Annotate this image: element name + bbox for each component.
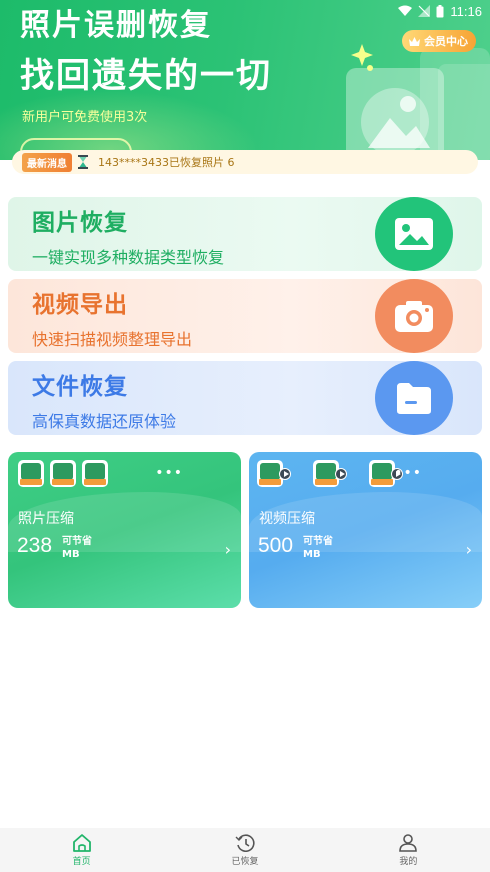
nav-recovered-label: 已恢复 <box>231 857 259 867</box>
signal-icon <box>418 5 431 17</box>
photo-thumbnails <box>18 460 108 487</box>
nav-home[interactable]: 首页 <box>0 828 163 872</box>
home-icon <box>72 834 91 852</box>
chevron-right-icon: › <box>224 540 231 559</box>
member-center-button[interactable]: 会员中心 <box>402 30 476 52</box>
clock: 11:16 <box>450 3 482 19</box>
video-export-title: 视频导出 <box>32 292 128 318</box>
photo-illustration <box>346 44 490 160</box>
profile-icon <box>399 834 418 852</box>
save-label: 可节省 <box>62 536 92 547</box>
wifi-icon <box>398 5 413 16</box>
save-unit: MB <box>303 549 321 560</box>
folder-icon <box>375 361 453 435</box>
video-export-card[interactable]: 视频导出 快速扫描视频整理导出 <box>8 279 482 353</box>
video-export-subtitle: 快速扫描视频整理导出 <box>32 330 193 349</box>
video-compress-amount: 500 <box>258 534 294 557</box>
nav-recovered[interactable]: 已恢复 <box>163 828 326 872</box>
hourglass-icon <box>78 155 88 169</box>
battery-icon <box>436 4 444 17</box>
photo-recovery-title: 图片恢复 <box>32 210 128 236</box>
news-ticker: 最新消息 143****3433已恢复照片 6 <box>12 150 478 174</box>
hero-subtitle: 新用户可免费使用3次 <box>22 110 148 125</box>
video-compress-card[interactable]: ••• 视频压缩 500 可节省 MB › <box>249 452 482 608</box>
hero-headline: 找回遗失的一切 <box>20 56 272 96</box>
video-thumbnails <box>257 460 403 487</box>
camera-icon <box>375 279 453 353</box>
crown-icon <box>409 36 420 46</box>
photo-compress-card[interactable]: ••• 照片压缩 238 可节省 MB › <box>8 452 241 608</box>
photo-compress-amount: 238 <box>17 534 53 557</box>
photo-recovery-card[interactable]: 图片恢复 一键实现多种数据类型恢复 <box>8 197 482 271</box>
photo-recovery-subtitle: 一键实现多种数据类型恢复 <box>32 248 225 267</box>
file-recovery-card[interactable]: 文件恢复 高保真数据还原体验 <box>8 361 482 435</box>
more-dots-icon[interactable]: ••• <box>155 465 183 481</box>
nav-home-label: 首页 <box>72 857 91 867</box>
nav-profile[interactable]: 我的 <box>327 828 490 872</box>
history-icon <box>235 834 255 852</box>
save-unit: MB <box>62 549 80 560</box>
video-thumbnail-icon <box>369 460 403 487</box>
photo-compress-title: 照片压缩 <box>18 511 74 527</box>
video-compress-title: 视频压缩 <box>259 511 315 527</box>
file-recovery-subtitle: 高保真数据还原体验 <box>32 412 177 431</box>
video-thumbnail-icon <box>257 460 291 487</box>
more-dots-icon[interactable]: ••• <box>394 465 422 481</box>
video-thumbnail-icon <box>313 460 347 487</box>
photo-thumbnail-icon <box>18 460 44 487</box>
nav-profile-label: 我的 <box>399 857 418 867</box>
status-bar: 11:16 <box>398 0 482 22</box>
member-center-label: 会员中心 <box>424 35 468 48</box>
image-icon <box>375 197 453 271</box>
chevron-right-icon: › <box>465 540 472 559</box>
save-label: 可节省 <box>303 536 333 547</box>
photo-thumbnail-icon <box>50 460 76 487</box>
news-tag: 最新消息 <box>22 152 72 172</box>
bottom-nav: 首页 已恢复 我的 <box>0 828 490 872</box>
file-recovery-title: 文件恢复 <box>32 374 128 400</box>
hero-banner: 11:16 照片误删恢复 找回遗失的一切 新用户可免费使用3次 会员中心 <box>0 0 490 160</box>
photo-compress-save: 可节省 MB <box>62 535 92 561</box>
hero-title: 照片误删恢复 <box>20 8 212 43</box>
photo-thumbnail-icon <box>82 460 108 487</box>
news-message: 143****3433已恢复照片 6 <box>98 156 235 169</box>
video-compress-save: 可节省 MB <box>303 535 333 561</box>
